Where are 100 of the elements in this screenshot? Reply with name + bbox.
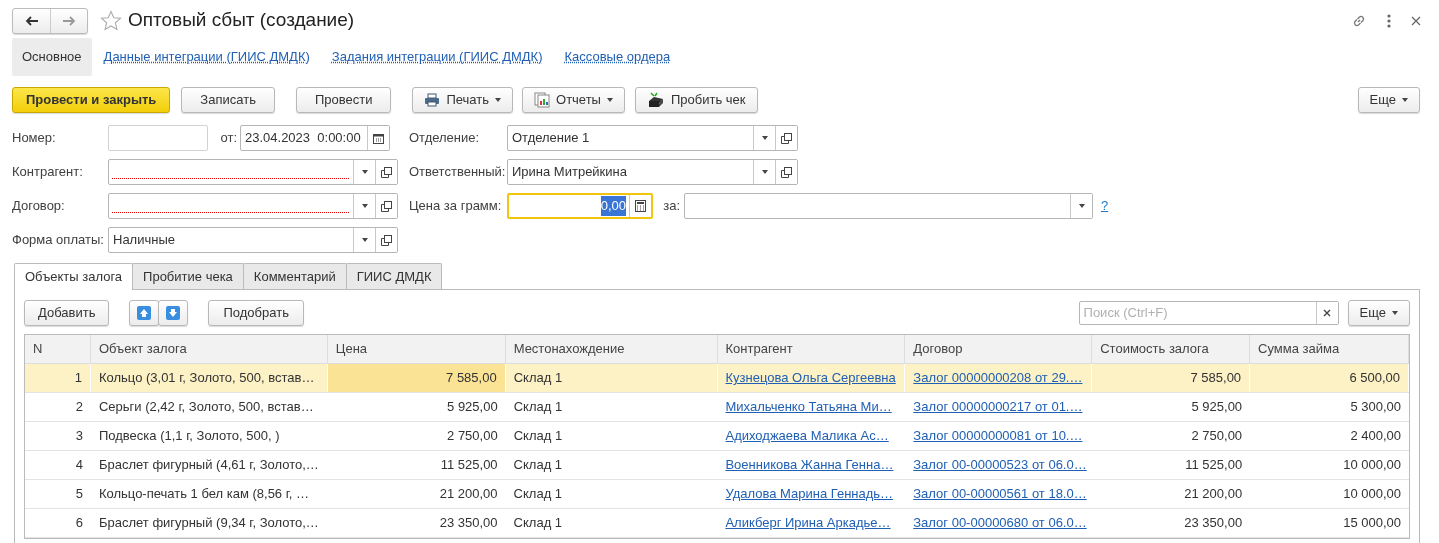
table-row[interactable]: 2 Серьги (2,42 г, Золото, 500, встав… 5 925,00 Склад 1 Михальченко Татьяна Ми… Залог 00000000217 от 01.… 5 925,00 5 300,00 [25,393,1409,422]
table-link[interactable]: Удалова Марина Геннадь… [725,484,894,504]
pick-button[interactable]: Подобрать [208,299,304,326]
toolbar-button[interactable]: Провести и закрыть [12,87,171,113]
table-link[interactable]: Залог 00-00000680 от 06.0… [913,513,1087,533]
current-cell[interactable]: 7 585,00 [327,364,506,392]
section-link[interactable]: Данные интеграции (ГИИС ДМДК) [93,38,320,76]
table-cell-text: 7 585,00 [1190,369,1242,388]
combo-field[interactable]: Наличные [108,227,398,253]
calculator-icon [635,200,646,212]
text-input[interactable]: 23.04.2023 0:00:00 [241,126,367,150]
table-cell-text: 23 350,00 [439,514,498,533]
table-link[interactable]: Залог 00000000208 от 29.… [913,368,1083,388]
table-link[interactable]: Залог 00-00000523 от 06.0… [913,455,1087,475]
text-input[interactable]: Ирина Митрейкина [508,160,753,184]
clear-button[interactable] [1315,301,1338,324]
calendar-button[interactable] [367,126,389,150]
star-icon[interactable] [100,9,122,32]
table-row[interactable]: 5 Кольцо-печать 1 бел кам (8,56 г, … 21 200,00 Склад 1 Удалова Марина Геннадь… Залог 00-00000561 от 18.0… 21 200,00 10 000,00 [25,480,1409,509]
table-link[interactable]: Военникова Жанна Генна… [725,455,894,475]
column-header[interactable]: Контрагент [717,335,906,363]
table-link[interactable]: Кузнецова Ольга Сергеевна [725,368,896,388]
toolbar-button[interactable]: Пробить чек [634,87,758,113]
tab[interactable]: Объекты залога [14,263,134,290]
column-header[interactable]: Сумма займа [1250,335,1409,363]
toolbar-button[interactable]: Печать [412,87,513,113]
section-link[interactable]: Кассовые ордера [554,38,681,76]
report-icon [534,92,550,108]
table-cell-text: Склад 1 [513,456,563,475]
table-cell-text: Кольцо (3,01 г, Золото, 500, встав… [98,369,315,388]
column-header[interactable]: Местонахождение [505,335,718,363]
text-input[interactable]: Отделение 1 [508,126,753,150]
forward-arrow-icon [62,15,76,26]
more-icon[interactable] [1387,13,1391,28]
open-button[interactable] [775,160,797,184]
table-link[interactable]: Залог 00000000081 от 10.… [913,426,1083,446]
table-link[interactable]: Залог 00-00000561 от 18.0… [913,484,1087,504]
more-button[interactable]: Еще [1357,87,1420,113]
section-link[interactable]: Задания интеграции (ГИИС ДМДК) [321,38,553,76]
date-field[interactable]: 23.04.2023 0:00:00 [240,125,390,151]
help-link[interactable]: ? [1101,196,1109,216]
move-down-button[interactable] [158,299,189,326]
table-row[interactable]: 3 Подвеска (1,1 г, Золото, 500, ) 2 750,00 Склад 1 Адиходжаева Малика Ас… Залог 00000000081 от 10.… 2 750,00 2 400,00 [25,422,1409,451]
clear-icon [1323,308,1332,317]
number-field[interactable] [108,125,208,151]
open-button[interactable] [375,194,397,218]
search-field[interactable]: Поиск (Ctrl+F) [1078,300,1339,325]
combo-field[interactable]: Ирина Митрейкина [507,159,798,185]
caret-icon [761,136,768,140]
open-button[interactable] [375,160,397,184]
table-cell-text: Браслет фигурный (4,61 г, Золото,… [98,456,319,475]
section-link[interactable]: Основное [12,38,92,76]
open-button[interactable] [775,126,797,150]
tab[interactable]: ГИИС ДМДК [345,263,443,289]
combo-field[interactable] [108,193,398,219]
column-header[interactable]: Объект залога [90,335,328,363]
table-link[interactable]: Аликберг Ирина Аркадье… [725,513,891,533]
column-header[interactable]: Цена [327,335,506,363]
table-cell-text: Склад 1 [513,485,563,504]
table-link[interactable]: Залог 00000000217 от 01.… [913,397,1083,417]
move-up-button[interactable] [129,299,160,326]
search-input[interactable]: Поиск (Ctrl+F) [1079,301,1316,324]
table-cell-text: 1 [74,369,82,388]
caret-icon [361,204,368,208]
table-cell-text: 10 000,00 [1343,456,1401,475]
table-cell-text: 6 [75,514,83,533]
table-row[interactable]: 1 Кольцо (3,01 г, Золото, 500, встав… 7 585,00 Склад 1 Кузнецова Ольга Сергеевна Залог 00000000208 от 29.… 7 585,00 6 500,00 [25,364,1409,393]
dropdown-button[interactable] [1070,194,1092,218]
table-row[interactable]: 6 Браслет фигурный (9,34 г, Золото,… 23 350,00 Склад 1 Аликберг Ирина Аркадье… Залог 00-00000680 от 06.0… 23 350,00 15 000,00 [25,509,1409,538]
table-cell-text: Склад 1 [513,398,563,417]
combo-field[interactable] [108,159,398,185]
open-button[interactable] [375,228,397,252]
column-header[interactable]: Договор [905,335,1093,363]
column-header[interactable]: N [25,335,91,363]
number-field[interactable]: 0,00 [507,193,653,219]
table-cell-text: Склад 1 [513,369,563,388]
table-row[interactable]: 4 Браслет фигурный (4,61 г, Золото,… 11 525,00 Склад 1 Военникова Жанна Генна… Залог 00-00000523 от 06.0… 11 525,00 10 000,00 [25,451,1409,480]
table-cell-text: Браслет фигурный (9,34 г, Золото,… [98,514,319,533]
add-button[interactable]: Добавить [24,299,110,326]
open-icon [381,234,392,246]
close-icon[interactable] [1411,15,1421,26]
table-cell-text: Подвеска (1,1 г, Золото, 500, ) [98,427,280,446]
table-cell-text: 5 925,00 [1191,398,1243,417]
caret-icon [1402,98,1408,102]
tab[interactable]: Комментарий [242,263,347,289]
back-arrow-icon [24,15,39,26]
toolbar-button[interactable]: Провести [295,87,392,113]
toolbar-button[interactable]: Отчеты [522,87,625,113]
table-cell-text: 11 525,00 [1185,456,1243,475]
table-link[interactable]: Михальченко Татьяна Ми… [725,397,892,417]
table-cell-text: 2 750,00 [1191,427,1243,446]
more-button[interactable]: Еще [1347,299,1410,326]
combo-field[interactable]: Отделение 1 [507,125,798,151]
table-link[interactable]: Адиходжаева Малика Ас… [725,426,889,446]
caret-icon [1078,204,1085,208]
tab[interactable]: Пробитие чека [132,263,244,289]
open-icon [381,200,392,212]
text-input[interactable]: Наличные [109,228,353,252]
toolbar-button[interactable]: Записать [181,87,275,113]
column-header[interactable]: Стоимость залога [1092,335,1251,363]
